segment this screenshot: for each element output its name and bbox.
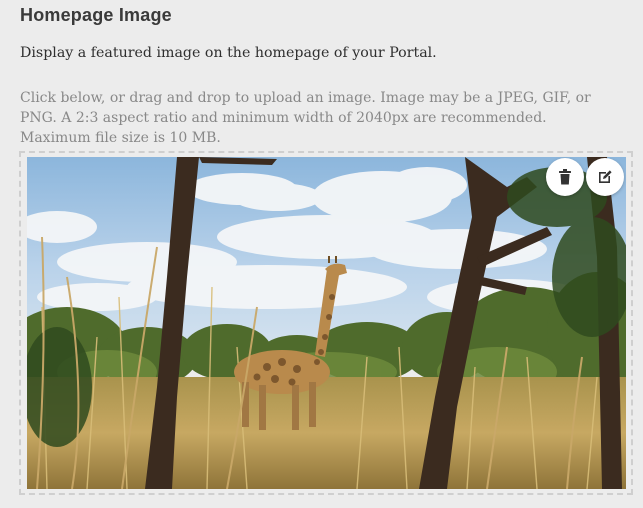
delete-image-button[interactable] [546, 158, 584, 196]
upload-help-text: Click below, or drag and drop to upload … [20, 90, 591, 146]
homepage-image-preview[interactable] [27, 157, 626, 489]
edit-icon [599, 170, 612, 183]
trash-icon [559, 169, 571, 185]
giraffe-savanna-photo [27, 157, 626, 489]
section-description: Display a featured image on the homepage… [20, 45, 437, 61]
edit-image-button[interactable] [586, 158, 624, 196]
section-title: Homepage Image [20, 5, 172, 25]
